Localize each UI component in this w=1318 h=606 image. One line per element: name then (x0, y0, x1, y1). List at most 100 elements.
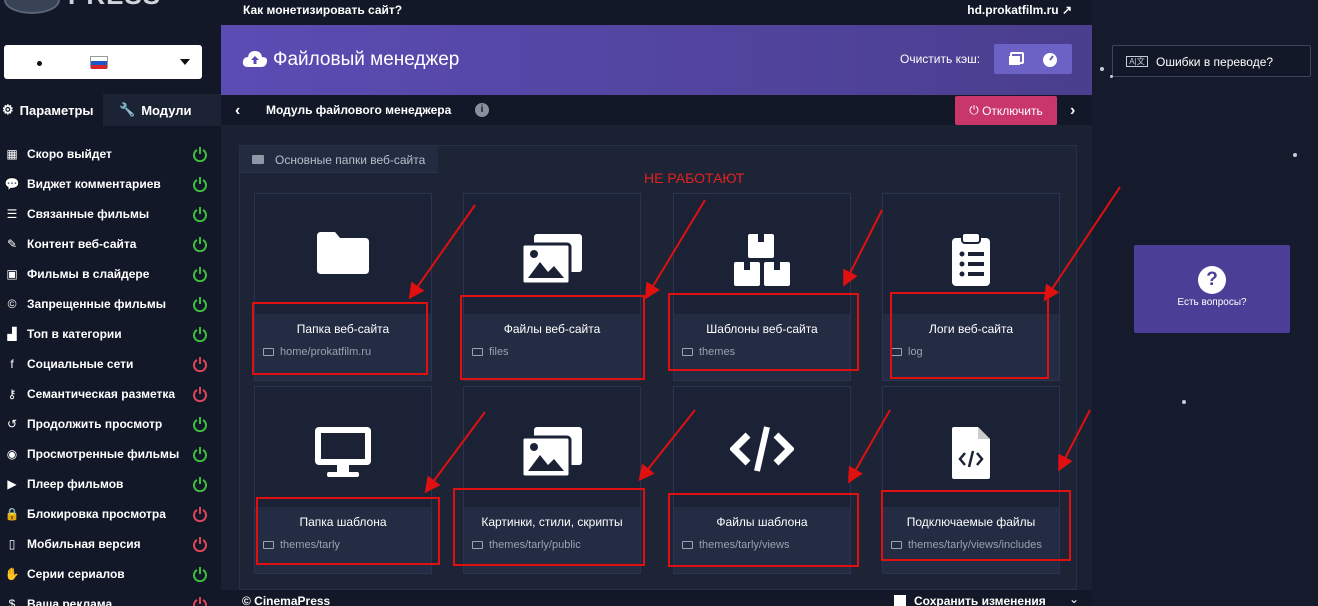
module-title: Модуль файлового менеджера (266, 103, 452, 117)
menu-item-label: Семантическая разметка (27, 387, 176, 401)
power-toggle-icon[interactable] (192, 566, 208, 582)
power-toggle-icon[interactable] (192, 416, 208, 432)
save-button[interactable]: Сохранить изменения (914, 594, 1046, 606)
power-toggle-icon[interactable] (192, 326, 208, 342)
power-toggle-icon[interactable] (192, 386, 208, 402)
calendar-icon: ▦ (6, 147, 18, 161)
menu-item-label: Скоро выйдет (27, 147, 112, 161)
star-dot (1100, 67, 1104, 71)
menu-item[interactable]: 🔒 Блокировка просмотра (0, 499, 221, 529)
page-title: Файловый менеджер (273, 49, 460, 70)
eye-icon: ◉ (6, 447, 18, 461)
cogs-icon: ⚙ (2, 102, 14, 117)
menu-item-label: Ваша реклама (27, 597, 113, 606)
menu-item-label: Мобильная версия (27, 537, 141, 551)
module-bar: ‹ Модуль файлового менеджера i ⏻ Отключи… (221, 95, 1092, 125)
chevron-left-icon[interactable]: ‹ (235, 102, 240, 120)
images-icon (1009, 52, 1024, 65)
tab-params[interactable]: ⚙ Параметры (0, 94, 103, 126)
key-icon: ⚷ (7, 387, 17, 401)
chevron-down-icon[interactable]: ⌄ (1069, 592, 1079, 606)
tab-modules[interactable]: 🔧 Модули (103, 94, 221, 126)
menu-item-label: Запрещенные фильмы (27, 297, 166, 311)
menu-item[interactable]: ▦ Скоро выйдет (0, 139, 221, 169)
highlight-box (252, 302, 428, 375)
logo-disc-icon (4, 0, 60, 14)
lock-icon: 🔒 (4, 507, 20, 521)
images-cache-button[interactable] (1008, 51, 1024, 67)
logo[interactable]: PRESS (0, 0, 160, 20)
questions-button[interactable]: ? Есть вопросы? (1134, 245, 1290, 333)
power-toggle-icon[interactable] (192, 506, 208, 522)
highlight-box (668, 293, 859, 371)
power-toggle-icon[interactable] (192, 266, 208, 282)
power-toggle-icon[interactable] (192, 176, 208, 192)
menu-item[interactable]: f Социальные сети (0, 349, 221, 379)
site-link[interactable]: hd.prokatfilm.ru ↗ (967, 3, 1072, 17)
translation-errors-label: Ошибки в переводе? (1156, 55, 1274, 69)
chevron-right-icon[interactable]: › (1070, 102, 1075, 120)
power-toggle-icon[interactable] (192, 446, 208, 462)
highlight-box (256, 497, 440, 565)
menu-item-label: Контент веб-сайта (27, 237, 137, 251)
menu-item[interactable]: ↺ Продолжить просмотр (0, 409, 221, 439)
menu-item[interactable]: 💬 Виджет комментариев (0, 169, 221, 199)
power-toggle-icon[interactable] (192, 356, 208, 372)
language-select[interactable] (4, 45, 202, 79)
disable-label: Отключить (982, 103, 1043, 118)
menu-item[interactable]: ✎ Контент веб-сайта (0, 229, 221, 259)
menu-item[interactable]: ☰ Связанные фильмы (0, 199, 221, 229)
star-dot (1293, 153, 1297, 157)
highlight-box (890, 292, 1049, 379)
language-dot (37, 61, 42, 66)
boxes-icon (674, 232, 850, 290)
highlight-box (453, 488, 645, 566)
footer: © CinemaPress Сохранить изменения ⌄ (221, 590, 1092, 606)
menu-item[interactable]: ▟ Топ в категории (0, 319, 221, 349)
mobile-icon: ▯ (8, 537, 16, 551)
cloud-upload-icon (242, 51, 268, 67)
history-icon: ↺ (6, 417, 18, 431)
menu-item[interactable]: $ Ваша реклама (0, 589, 221, 606)
power-toggle-icon[interactable] (192, 296, 208, 312)
power-toggle-icon[interactable] (192, 236, 208, 252)
menu-item[interactable]: ▶ Плеер фильмов (0, 469, 221, 499)
power-toggle-icon[interactable] (192, 206, 208, 222)
panel-heading: Основные папки веб-сайта (240, 146, 438, 173)
menu-item-label: Социальные сети (27, 357, 134, 371)
facebook-icon: f (10, 357, 14, 371)
images-icon (464, 232, 640, 290)
translation-errors-button[interactable]: A|文 Ошибки в переводе? (1112, 45, 1311, 77)
power-toggle-icon[interactable] (192, 596, 208, 606)
list-icon: ☰ (6, 207, 18, 221)
menu-item[interactable]: ▣ Фильмы в слайдере (0, 259, 221, 289)
tab-params-label: Параметры (19, 102, 94, 118)
monetize-link[interactable]: Как монетизировать сайт? (243, 3, 402, 17)
menu-item[interactable]: ✋ Серии сериалов (0, 559, 221, 589)
folder-icon (255, 232, 431, 290)
site-link-label: hd.prokatfilm.ru (967, 3, 1059, 17)
disable-button[interactable]: ⏻ Отключить (955, 96, 1057, 125)
menu-item-label: Связанные фильмы (27, 207, 150, 221)
language-icon: A|文 (1126, 56, 1148, 67)
power-toggle-icon[interactable] (192, 476, 208, 492)
desktop-icon (255, 425, 431, 483)
menu-item-label: Топ в категории (27, 327, 122, 341)
copyright-icon: © (7, 297, 17, 311)
menu-item-label: Виджет комментариев (27, 177, 161, 191)
speed-cache-button[interactable] (1042, 51, 1058, 67)
highlight-box (881, 490, 1071, 561)
menu-item-label: Фильмы в слайдере (27, 267, 150, 281)
info-icon[interactable]: i (475, 103, 489, 117)
images-icon (464, 425, 640, 483)
menu-item[interactable]: ⚷ Семантическая разметка (0, 379, 221, 409)
question-icon: ? (1198, 266, 1226, 294)
logo-text: PRESS (68, 0, 161, 11)
menu-item[interactable]: ◉ Просмотренные фильмы (0, 439, 221, 469)
menu-item[interactable]: ▯ Мобильная версия (0, 529, 221, 559)
star-dot (1110, 75, 1113, 78)
power-toggle-icon[interactable] (192, 536, 208, 552)
menu-item-label: Продолжить просмотр (27, 417, 163, 431)
menu-item[interactable]: © Запрещенные фильмы (0, 289, 221, 319)
power-toggle-icon[interactable] (192, 146, 208, 162)
